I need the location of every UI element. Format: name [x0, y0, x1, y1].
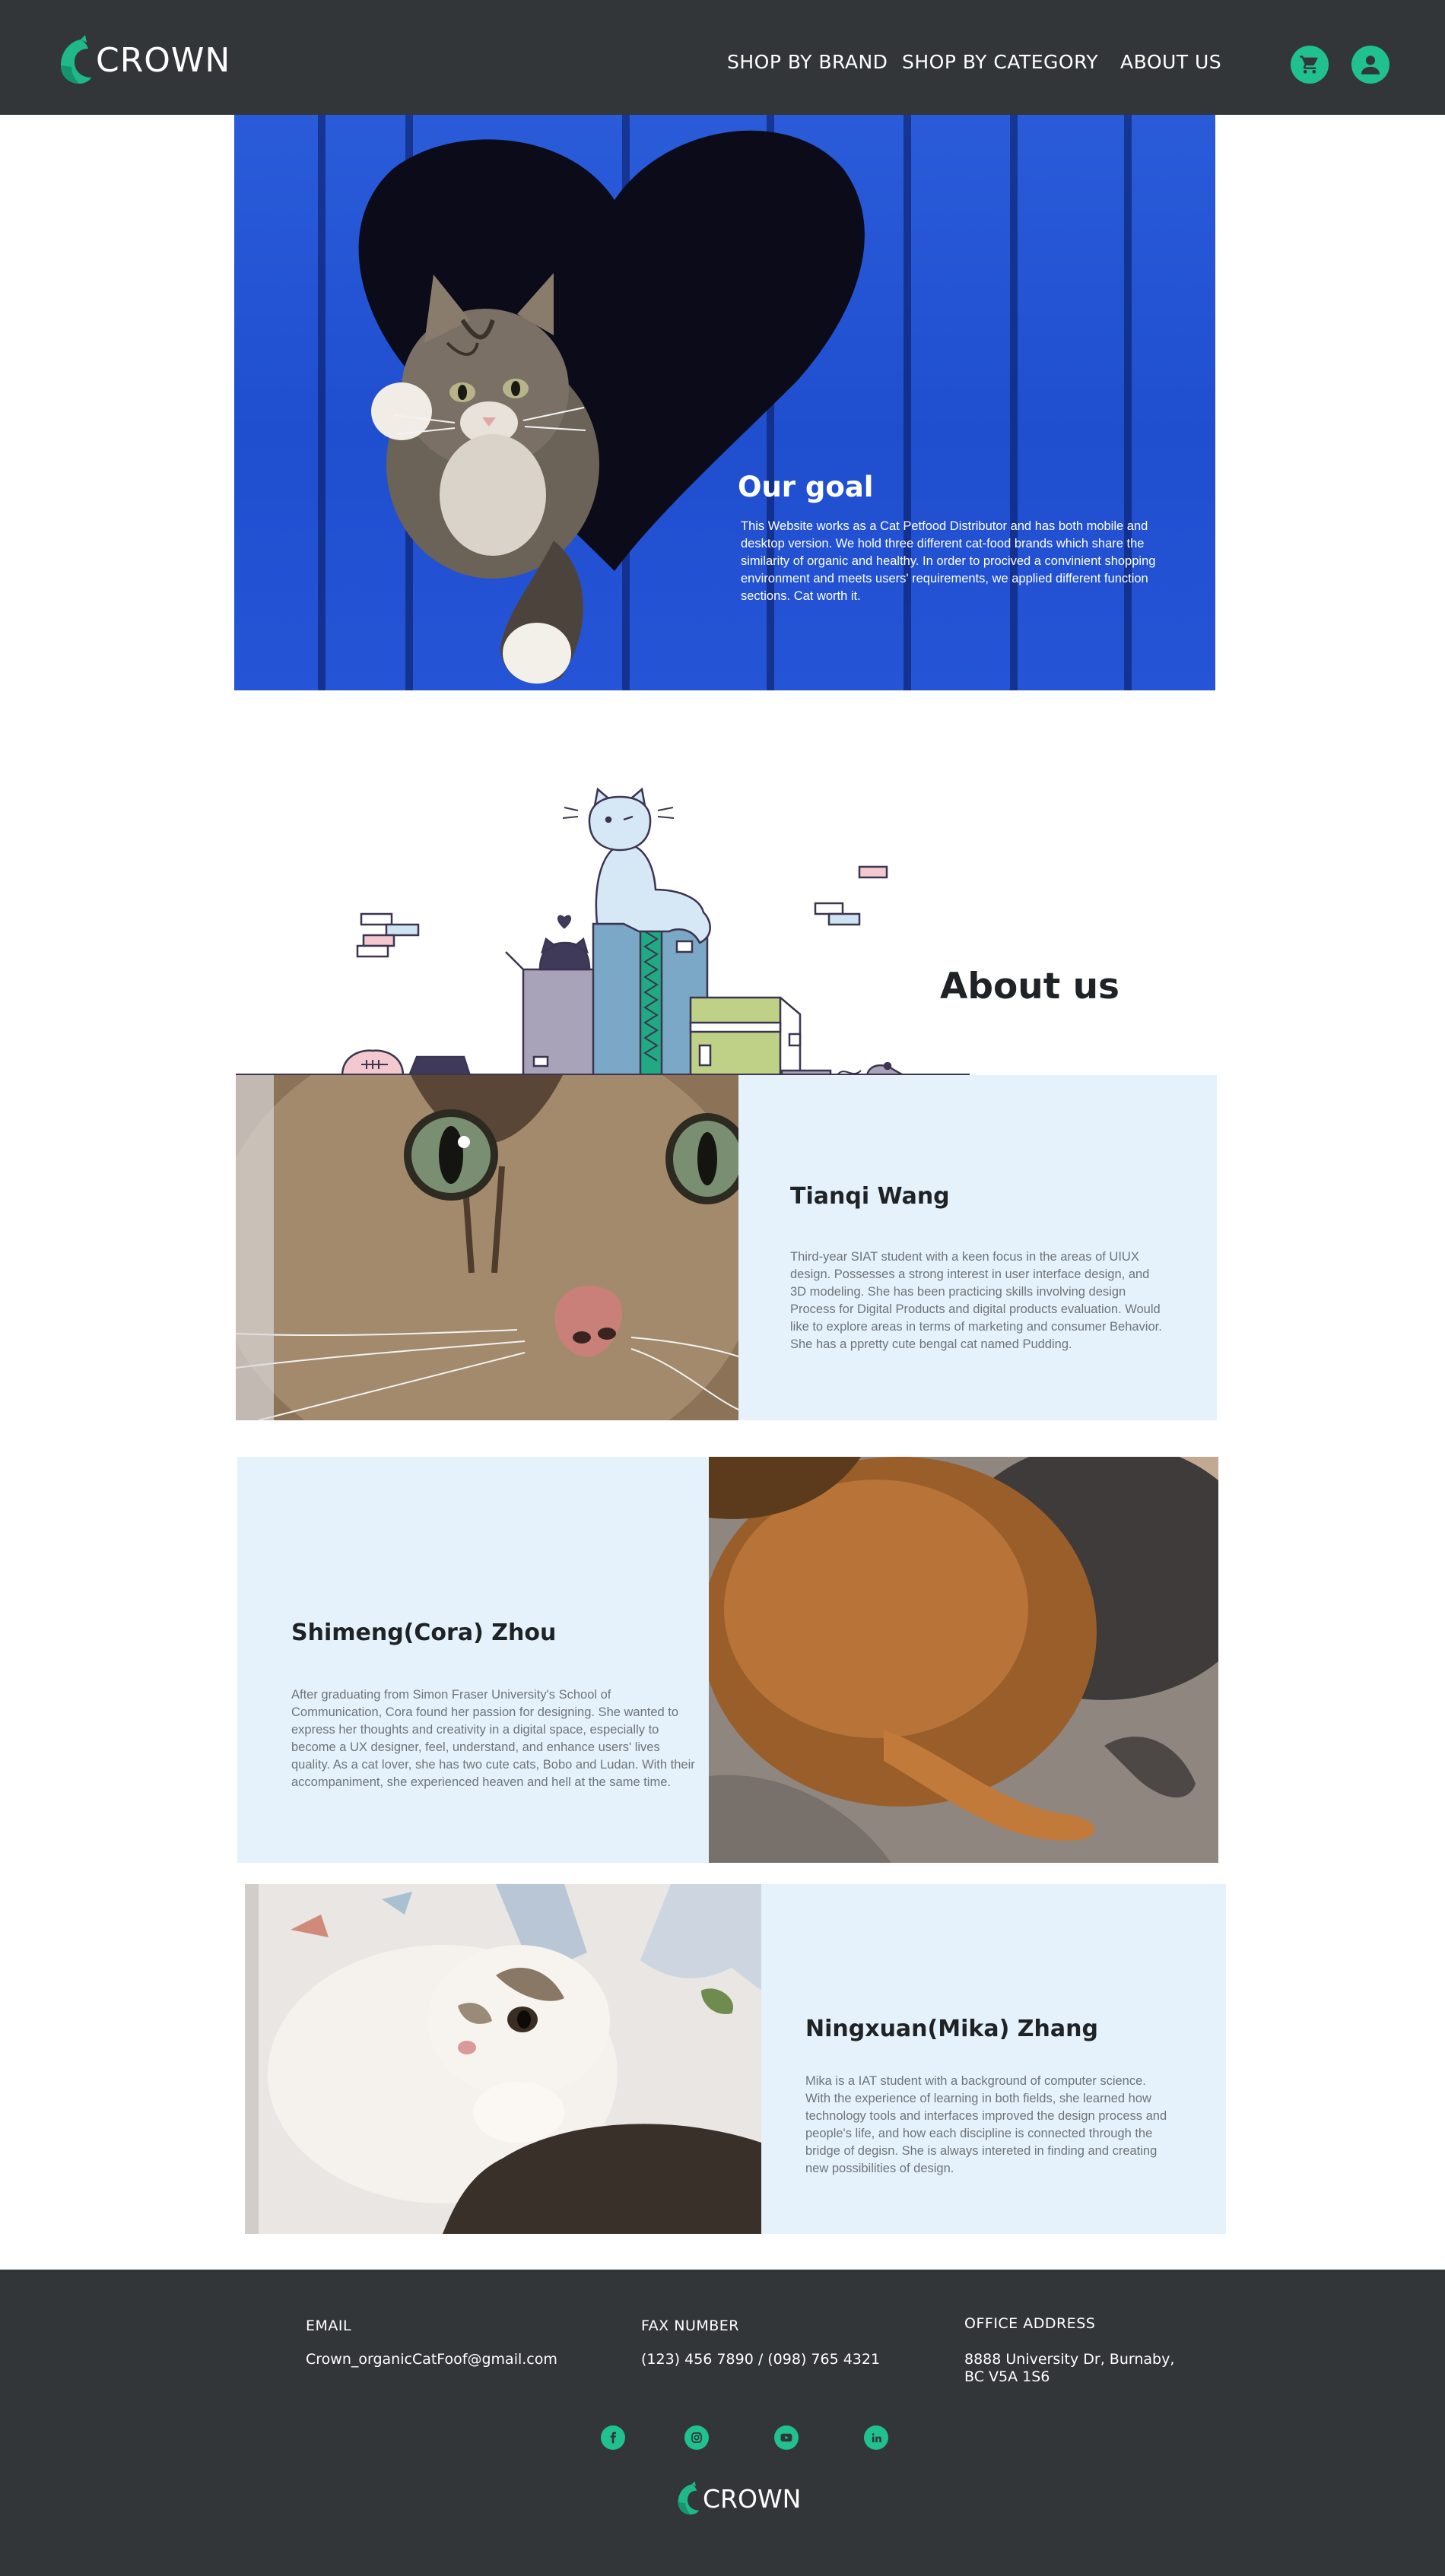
bengal-cat-closeup-photo	[236, 1075, 738, 1420]
site-header: CROWN SHOP BY BRAND SHOP BY CATEGORY ABO…	[0, 0, 1445, 115]
linkedin-icon	[872, 2432, 881, 2442]
youtube-link[interactable]	[774, 2425, 799, 2450]
office-address-line-2: BC V5A 1S6	[964, 2368, 1050, 2385]
bengal-cat-face-image	[236, 1075, 738, 1420]
member-bio: Third-year SIAT student with a keen focu…	[790, 1250, 1162, 1351]
orange-and-grey-cats-image	[709, 1457, 1218, 1863]
fax-value: (123) 456 7890 / (098) 765 4321	[641, 2351, 881, 2368]
facebook-link[interactable]	[601, 2425, 625, 2450]
site-footer	[0, 2270, 1445, 2576]
email-label: EMAIL	[306, 2317, 352, 2334]
hero-banner: Our goal This Website works as a Cat Pet…	[234, 115, 1215, 690]
user-account-icon	[1361, 56, 1380, 75]
member-name: Ningxuan(Mika) Zhang	[805, 2016, 1098, 2042]
cats-and-boxes-illustration	[341, 787, 906, 1080]
nav-shop-by-category[interactable]: SHOP BY CATEGORY	[902, 51, 1098, 73]
office-address-label: OFFICE ADDRESS	[964, 2315, 1096, 2332]
white-fluffy-kitten-image	[245, 1884, 761, 2234]
member-name: Tianqi Wang	[790, 1183, 950, 1210]
fax-label: FAX NUMBER	[641, 2317, 739, 2334]
youtube-icon	[780, 2433, 792, 2442]
shopping-cart-icon	[1300, 56, 1318, 74]
footer-brand-name: CROWN	[703, 2483, 802, 2514]
linkedin-link[interactable]	[864, 2425, 888, 2450]
two-cats-on-floor-photo	[709, 1457, 1218, 1863]
instagram-link[interactable]	[684, 2425, 709, 2450]
brand-logo[interactable]: CROWN	[55, 33, 230, 87]
facebook-icon	[610, 2432, 616, 2444]
member-bio: After graduating from Simon Fraser Unive…	[291, 1688, 695, 1789]
account-button[interactable]	[1351, 46, 1389, 84]
hero-title: Our goal	[738, 471, 874, 503]
hero-description: This Website works as a Cat Petfood Dist…	[741, 519, 1156, 603]
nav-shop-by-brand[interactable]: SHOP BY BRAND	[727, 51, 888, 73]
crown-leaf-logo-icon	[61, 35, 91, 84]
office-address-line-1: 8888 University Dr, Burnaby,	[964, 2351, 1175, 2368]
footer-logo[interactable]: CROWN	[674, 2480, 801, 2517]
fluffy-kitten-on-bed-photo	[245, 1884, 761, 2234]
instagram-icon	[691, 2432, 702, 2443]
cart-button[interactable]	[1291, 46, 1329, 84]
member-name: Shimeng(Cora) Zhou	[291, 1620, 557, 1646]
member-bio: Mika is a IAT student with a background …	[805, 2074, 1167, 2175]
brand-name: CROWN	[96, 40, 231, 80]
crown-leaf-logo-icon	[678, 2481, 700, 2515]
about-us-title: About us	[940, 966, 1120, 1007]
email-value[interactable]: Crown_organicCatFoof@gmail.com	[306, 2351, 557, 2368]
nav-about-us[interactable]: ABOUT US	[1120, 51, 1221, 73]
